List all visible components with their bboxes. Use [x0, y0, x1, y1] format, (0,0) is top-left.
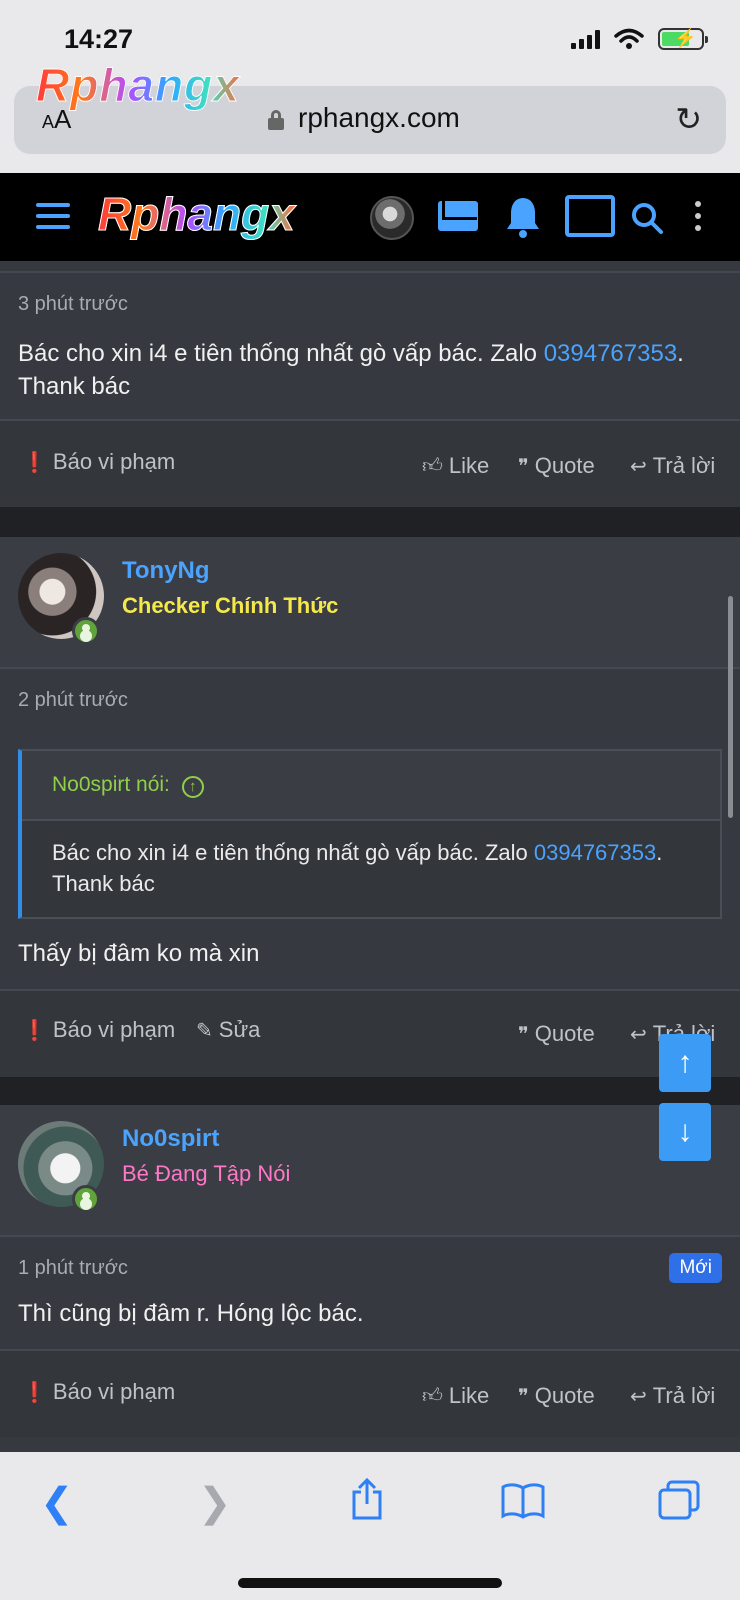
reload-icon[interactable]: ↻ [675, 100, 702, 138]
site-logo[interactable]: Rphangx [98, 187, 296, 241]
mail-icon[interactable] [438, 201, 478, 231]
scroll-up-button[interactable]: ↑ [659, 1034, 711, 1092]
back-icon[interactable]: ❮ [40, 1480, 74, 1526]
share-icon[interactable] [348, 1478, 386, 1522]
menu-icon[interactable] [36, 203, 70, 229]
like-button[interactable]: 👍︎ Like [422, 453, 489, 479]
post-2: TonyNg Checker Chính Thức 2 phút trước N… [0, 537, 740, 1077]
thread-content: 3 phút trước Bác cho xin i4 e tiên thống… [0, 261, 740, 1452]
alert-icon: ❗ [22, 1381, 47, 1404]
username[interactable]: No0spirt [122, 1125, 219, 1153]
quote-body: Bác cho xin i4 e tiên thống nhất gò vấp … [22, 821, 720, 917]
post-time[interactable]: 2 phút trước [18, 689, 128, 712]
post-user-block: No0spirt Bé Đang Tập Nói [0, 1105, 740, 1235]
report-button[interactable]: ❗ Báo vi phạm [22, 1017, 175, 1043]
bell-icon[interactable] [505, 195, 541, 239]
account-avatar[interactable] [370, 196, 414, 240]
user-title: Bé Đang Tập Nói [122, 1161, 291, 1186]
charging-bolt-icon: ⚡ [674, 28, 697, 48]
status-time: 14:27 [64, 24, 134, 54]
url-text[interactable]: rphangx.com [298, 102, 460, 134]
report-button[interactable]: ❗ Báo vi phạm [22, 449, 175, 475]
alert-icon: ❗ [22, 451, 47, 474]
thumbs-up-icon: 👍︎ [422, 1385, 443, 1407]
quote-author[interactable]: No0spirt nói: ↑ [22, 751, 720, 821]
post-actions: ❗Báo vi phạm ✎Sửa ❞Quote ↩Trả lời [0, 991, 740, 1077]
post-body: Bác cho xin i4 e tiên thống nhất gò vấp … [18, 340, 684, 400]
post-actions: ❗ Báo vi phạm 👍︎ Like ❞ Quote ↩ Trả lời [0, 1351, 740, 1437]
reply-icon: ↩ [630, 1023, 647, 1046]
store-icon[interactable] [565, 195, 615, 237]
quote-button[interactable]: ❞ Quote [518, 1021, 595, 1047]
alert-icon: ❗ [22, 1019, 47, 1042]
scrollbar[interactable] [728, 596, 733, 818]
quote-icon: ❞ [518, 455, 529, 478]
post-1: 3 phút trước Bác cho xin i4 e tiên thống… [0, 261, 740, 507]
forward-icon[interactable]: ❯ [198, 1480, 232, 1526]
quote-button[interactable]: ❞ Quote [518, 453, 595, 479]
divider [0, 1235, 740, 1237]
post-body: Thấy bị đâm ko mà xin [18, 940, 260, 967]
quote-icon: ❞ [518, 1023, 529, 1046]
quote-icon: ❞ [518, 1385, 529, 1408]
logo-overlay: Rphangx [36, 59, 240, 112]
online-status-icon [72, 617, 100, 645]
pencil-icon: ✎ [196, 1019, 213, 1042]
reply-icon: ↩ [630, 1385, 647, 1408]
new-badge: Mới [669, 1253, 722, 1283]
quote-block: No0spirt nói: ↑ Bác cho xin i4 e tiên th… [18, 749, 722, 919]
report-button[interactable]: ❗ Báo vi phạm [22, 1379, 175, 1405]
divider [0, 667, 740, 669]
jump-to-quote-icon[interactable]: ↑ [181, 776, 204, 798]
post-3: No0spirt Bé Đang Tập Nói 1 phút trước Mớ… [0, 1105, 740, 1452]
browser-top-bar: 14:27 ⚡ AA rphangx.com ↻ Rphangx [0, 0, 740, 173]
post-actions: ❗ Báo vi phạm 👍︎ Like ❞ Quote ↩ Trả lời [0, 421, 740, 507]
user-title: Checker Chính Thức [122, 593, 339, 618]
post-time[interactable]: 1 phút trước [18, 1257, 128, 1280]
thumbs-up-icon: 👍︎ [422, 455, 443, 477]
quote-button[interactable]: ❞ Quote [518, 1383, 595, 1409]
more-options-icon[interactable] [695, 201, 701, 231]
phone-link[interactable]: 0394767353 [544, 340, 677, 367]
scroll-down-button[interactable]: ↓ [659, 1103, 711, 1161]
reply-icon: ↩ [630, 455, 647, 478]
reply-button[interactable]: ↩Trả lời [630, 1383, 715, 1409]
lock-icon [268, 110, 284, 130]
divider [0, 271, 740, 273]
site-header: Rphangx [0, 173, 740, 261]
cellular-signal-icon [571, 29, 600, 49]
edit-button[interactable]: ✎ Sửa [196, 1017, 260, 1043]
wifi-icon [614, 28, 644, 49]
battery-icon: ⚡ [658, 28, 708, 50]
home-indicator[interactable] [238, 1578, 502, 1588]
post-body: Thì cũng bị đâm r. Hóng lộc bác. [18, 1300, 364, 1327]
tabs-icon[interactable] [658, 1480, 700, 1520]
post-time[interactable]: 3 phút trước [18, 293, 128, 316]
post-user-block: TonyNg Checker Chính Thức [0, 537, 740, 667]
online-status-icon [72, 1185, 100, 1213]
reply-button[interactable]: ↩Trả lời [630, 453, 715, 479]
like-button[interactable]: 👍︎ Like [422, 1383, 489, 1409]
bookmarks-icon[interactable] [500, 1482, 546, 1520]
search-icon[interactable] [630, 201, 664, 235]
status-icons: ⚡ [571, 28, 708, 50]
phone-link[interactable]: 0394767353 [534, 840, 656, 865]
username[interactable]: TonyNg [122, 557, 210, 585]
